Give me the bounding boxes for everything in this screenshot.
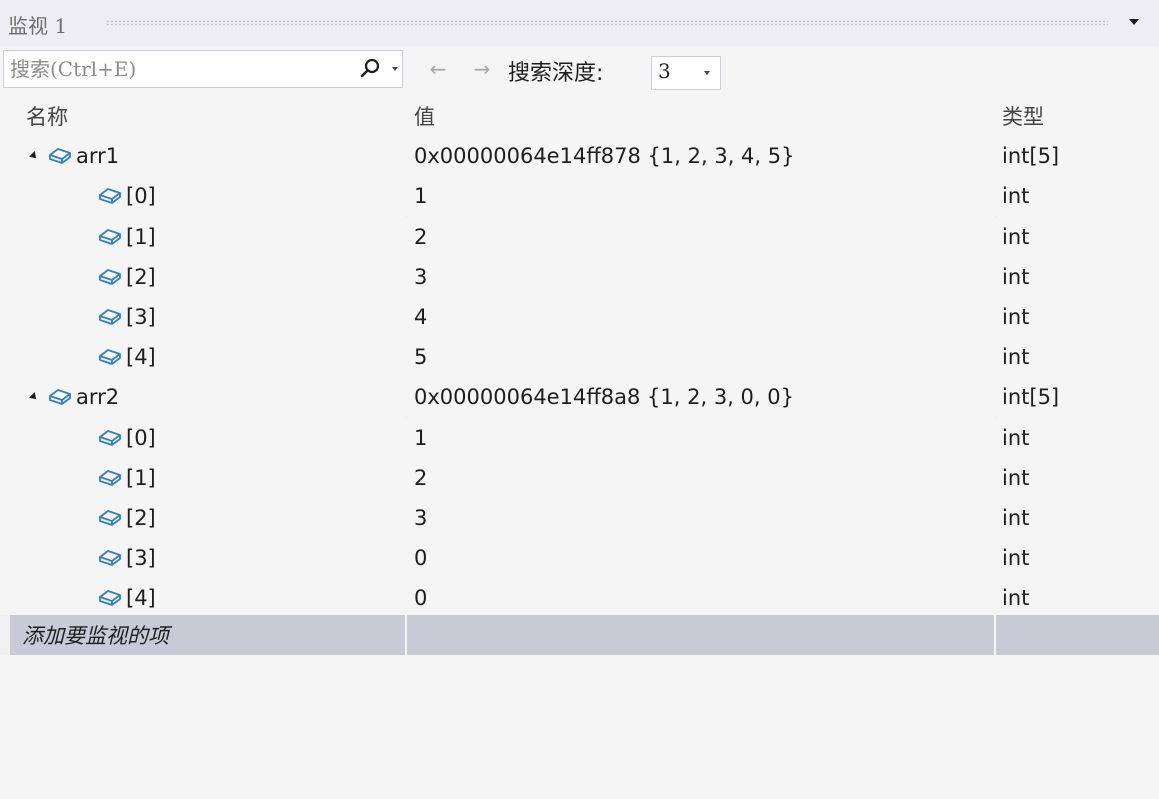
watch-row[interactable]: [1] 2 int [0,216,1159,257]
watch-name-label: [0] [126,425,156,450]
watch-type-cell: int [1002,305,1030,329]
variable-icon [99,429,121,446]
variable-icon [99,349,121,366]
column-header-value[interactable]: 值 [414,96,994,136]
watch-name-label: [3] [126,546,156,571]
chevron-down-icon [1129,19,1139,25]
watch-row[interactable]: [2] 3 int [0,498,1159,538]
watch-name-label: [4] [126,586,156,611]
watch-type-cell: int [1002,506,1030,530]
search-depth-value: 3 [658,59,671,83]
column-divider [994,615,996,655]
grid-header: 名称 值 类型 [0,96,1159,136]
search-box [3,50,403,88]
watch-row[interactable]: [0] 1 int [0,417,1159,458]
watch-name-label: [2] [126,506,156,530]
watch-value-cell[interactable]: 1 [414,418,994,458]
title-bar: 监视 1 [0,0,1159,46]
window-menu-dropdown[interactable] [1122,12,1146,32]
watch-value-cell[interactable]: 0 [414,538,994,578]
watch-value-cell[interactable]: 0x00000064e14ff8a8 {1, 2, 3, 0, 0} [414,377,994,417]
expand-collapse-icon[interactable] [29,392,39,403]
watch-row[interactable]: [4] 0 int [0,578,1159,619]
search-depth-select[interactable]: 3 [651,56,721,90]
watch-name-label: [1] [126,224,156,249]
watch-row[interactable]: arr2 0x00000064e14ff8a8 {1, 2, 3, 0, 0} in… [0,377,1159,418]
search-input[interactable] [10,55,340,83]
title-grip[interactable] [106,20,1108,26]
variable-icon [99,510,121,526]
watch-type-cell: int [1002,586,1030,611]
column-header-type[interactable]: 类型 [1002,96,1152,136]
watch-value-cell[interactable]: 1 [414,176,994,216]
add-row-gutter [0,615,10,655]
watch-name-label: [0] [126,184,156,209]
watch-type-cell: int [1002,425,1030,450]
variable-icon [99,590,121,607]
add-watch-row[interactable]: 添加要监视的项 [0,615,1159,655]
column-divider [405,615,407,655]
watch-row[interactable]: [4] 5 int [0,337,1159,378]
watch-name-label: [2] [126,264,156,289]
variable-icon [49,389,71,406]
watch-value-cell[interactable]: 0x00000064e14ff878 {1, 2, 3, 4, 5} [414,136,994,176]
variable-icon [99,268,121,285]
search-icon[interactable] [358,57,382,81]
watch-type-cell: int [1002,465,1030,490]
watch-name-label: arr1 [76,144,120,169]
variable-icon [99,228,121,245]
search-next-button[interactable]: → [469,56,495,82]
window-title: 监视 1 [8,14,68,38]
watch-value-cell[interactable]: 3 [414,498,994,538]
watch-name-label: [3] [126,305,156,329]
watch-name-label: [4] [126,345,156,370]
variable-icon [49,148,71,165]
watch-value-cell[interactable]: 2 [414,217,994,257]
watch-name-label: [1] [126,465,156,490]
chevron-down-icon [392,67,398,71]
chevron-down-icon [704,71,710,75]
watch-type-cell: int[5] [1002,144,1060,169]
watch-value-cell[interactable]: 5 [414,337,994,377]
add-watch-item[interactable]: 添加要监视的项 [22,615,414,655]
watch-row[interactable]: [3] 0 int [0,538,1159,579]
variable-icon [99,309,121,325]
watch-row[interactable]: [3] 4 int [0,297,1159,337]
watch-row[interactable]: [2] 3 int [0,256,1159,297]
watch-type-cell: int[5] [1002,385,1060,410]
watch-type-cell: int [1002,224,1030,249]
watch-type-cell: int [1002,345,1030,370]
variable-icon [99,469,121,486]
empty-area[interactable] [0,655,1159,799]
search-options-dropdown[interactable] [389,63,401,75]
expand-collapse-icon[interactable] [29,151,39,162]
variable-icon [99,550,121,567]
watch-value-cell[interactable]: 3 [414,257,994,297]
watch-row[interactable]: [1] 2 int [0,457,1159,498]
search-depth-label: 搜索深度: [508,61,604,86]
search-previous-button[interactable]: ← [425,56,451,82]
watch-row[interactable]: [0] 1 int [0,176,1159,217]
watch-name-cell: arr1 [29,136,422,176]
watch-value-cell[interactable]: 0 [414,578,994,618]
watch-type-cell: int [1002,264,1030,289]
watch-value-cell[interactable]: 2 [414,458,994,498]
watch-row[interactable]: arr1 0x00000064e14ff878 {1, 2, 3, 4, 5} in… [0,136,1159,177]
watch-name-cell: arr2 [29,377,422,417]
variable-icon [99,188,121,205]
watch-type-cell: int [1002,546,1030,571]
toolbar: ← → 搜索深度: 3 [0,46,1159,96]
watch-name-label: arr2 [76,385,120,410]
watch-value-cell[interactable]: 4 [414,297,994,337]
watch-type-cell: int [1002,184,1030,209]
column-header-name[interactable]: 名称 [26,96,418,136]
